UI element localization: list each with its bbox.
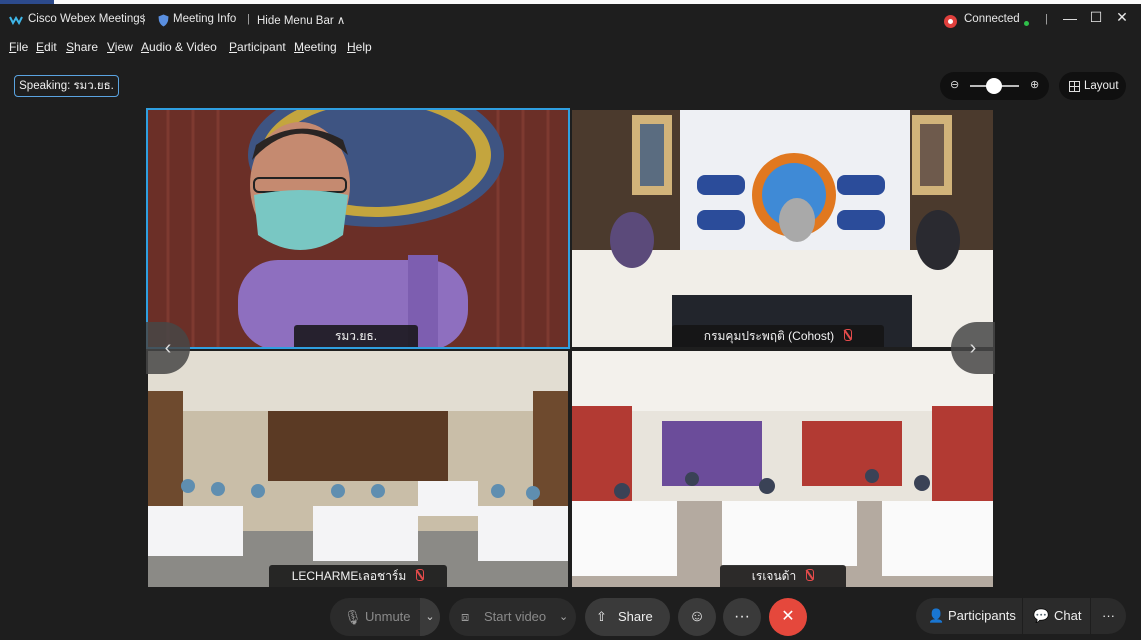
layout-button[interactable]: Layout [1059,72,1126,100]
video-tile[interactable]: กรมคุมประพฤติ (Cohost) [572,110,993,347]
grid-layout-icon [1069,81,1080,92]
video-off-icon: ⧈ [461,609,470,624]
next-page-button[interactable]: › [951,322,995,374]
end-call-icon[interactable]: ✕ [769,598,807,636]
connected-indicator-icon [1024,21,1029,26]
participant-video [148,351,568,587]
zoom-in-icon[interactable]: ⊕ [1030,78,1039,91]
menu-view[interactable]: View [107,40,133,54]
muted-mic-icon [844,329,853,341]
close-icon[interactable]: ✕ [1114,9,1130,26]
chat-button[interactable]: 💬 Chat [1023,598,1090,634]
participants-icon: 👤 [928,608,945,623]
unmute-button[interactable]: 🎙 Unmute ⌄ [330,598,440,636]
participant-name-label: LECHARMEเลอชาร์ม [269,565,447,587]
menu-participant[interactable]: Participant [229,40,286,54]
menu-edit[interactable]: Edit [36,40,57,54]
webex-logo-icon [9,16,23,25]
muted-mic-icon: 🎙 [344,609,362,625]
video-tile[interactable]: เรเจนด้า [572,351,993,587]
connection-status-icon [944,15,957,28]
menu-file[interactable]: File [9,40,28,54]
meeting-info-button[interactable]: Meeting Info [173,13,236,25]
share-button[interactable]: ⇧ Share [585,598,670,636]
menu-bar: File Edit Share View Audio & Video Parti… [0,36,1141,58]
maximize-icon[interactable]: ☐ [1088,9,1104,26]
active-speaker-indicator: Speaking: รมว.ยธ. [14,75,119,97]
video-options-chevron-icon[interactable]: ⌄ [559,598,568,636]
connection-status[interactable]: Connected [964,13,1020,25]
muted-mic-icon [416,569,425,581]
participant-video [572,110,993,347]
more-options-icon[interactable]: ··· [723,598,761,636]
video-tile[interactable]: รมว.ยธ. [146,108,570,349]
more-panels-icon[interactable]: ··· [1091,598,1126,634]
menu-audio-video[interactable]: Audio & Video [141,40,217,54]
chat-icon: 💬 [1033,608,1050,623]
participants-button[interactable]: 👤 Participants [916,598,1022,634]
zoom-control: ⊖ ⊕ [940,72,1049,100]
zoom-slider-handle[interactable] [986,78,1002,94]
menu-share[interactable]: Share [66,40,98,54]
title-bar: Cisco Webex Meetings | Meeting Info | Hi… [0,4,1141,36]
participant-video [572,351,993,587]
shield-icon [158,14,169,27]
menu-meeting[interactable]: Meeting [294,40,337,54]
participant-name-label: เรเจนด้า [720,565,846,587]
participant-video [148,110,568,347]
minimize-icon[interactable]: — [1062,10,1078,26]
hide-menu-bar-button[interactable]: Hide Menu Bar ∧ [257,13,345,27]
muted-mic-icon [806,569,815,581]
start-video-button[interactable]: ⧈ Start video ⌄ [449,598,576,636]
zoom-out-icon[interactable]: ⊖ [950,78,959,91]
participant-name-label: รมว.ยธ. [294,325,418,347]
participant-name-label: กรมคุมประพฤติ (Cohost) [672,325,884,347]
reactions-icon[interactable]: ☺ [678,598,716,636]
menu-help[interactable]: Help [347,40,372,54]
video-tile[interactable]: LECHARMEเลอชาร์ม [148,351,568,587]
share-icon: ⇧ [596,609,607,624]
audio-options-chevron-icon[interactable]: ⌄ [420,598,440,636]
app-title: Cisco Webex Meetings [28,13,146,25]
